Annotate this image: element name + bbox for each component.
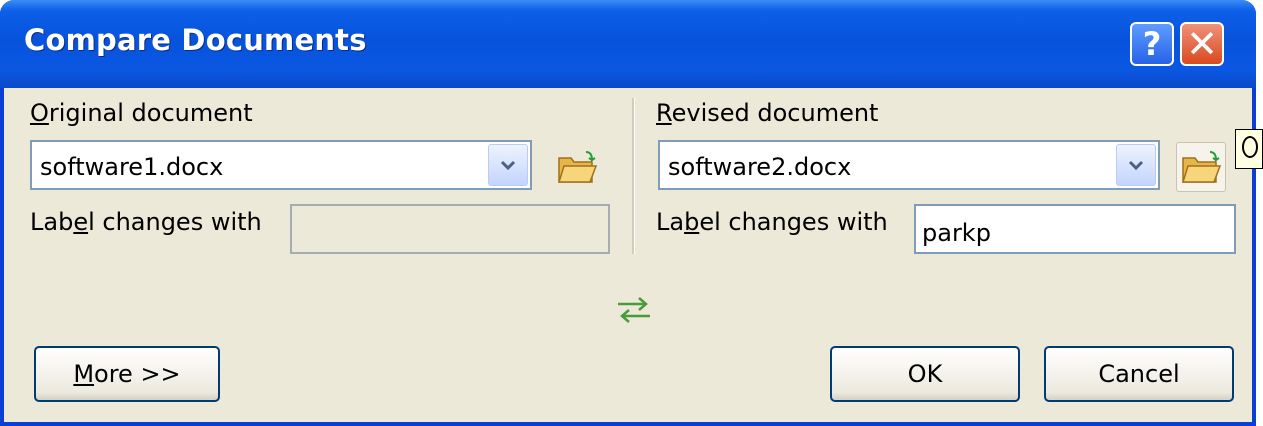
ok-button[interactable]: OK	[830, 346, 1020, 402]
title-bar[interactable]: Compare Documents ? ✕	[0, 0, 1256, 88]
open-folder-icon	[1181, 151, 1222, 183]
revised-document-value: software2.docx	[668, 153, 852, 181]
revised-browse-button[interactable]	[1176, 142, 1226, 192]
swap-documents-button[interactable]	[614, 290, 654, 330]
revised-label-value: parkp	[922, 219, 991, 247]
original-document-value: software1.docx	[40, 153, 224, 181]
original-document-label: Original document	[30, 99, 253, 127]
revised-document-label: Revised document	[656, 99, 879, 127]
close-button[interactable]: ✕	[1180, 22, 1224, 66]
revised-label-changes-label: Label changes with	[656, 208, 888, 236]
revised-document-combo[interactable]: software2.docx	[658, 140, 1160, 190]
compare-documents-dialog: Compare Documents ? ✕ Original document …	[0, 0, 1256, 426]
close-icon: ✕	[1186, 22, 1218, 66]
original-label-changes-label: Label changes with	[30, 208, 262, 236]
help-icon: ?	[1142, 25, 1162, 63]
cancel-button[interactable]: Cancel	[1044, 346, 1234, 402]
original-document-combo[interactable]: software1.docx	[30, 140, 532, 190]
chevron-down-icon[interactable]	[1116, 144, 1156, 186]
section-divider	[632, 98, 635, 254]
dialog-title: Compare Documents	[24, 23, 367, 57]
original-label-changes-input[interactable]	[290, 204, 610, 254]
chevron-down-icon[interactable]	[488, 144, 528, 186]
help-button[interactable]: ?	[1130, 22, 1174, 66]
swap-arrows-icon	[618, 297, 650, 323]
original-browse-button[interactable]	[552, 142, 602, 192]
revised-label-changes-input[interactable]: parkp	[914, 204, 1236, 254]
tooltip-fragment	[1235, 129, 1263, 169]
more-button[interactable]: More >>	[34, 346, 220, 402]
open-folder-icon	[557, 151, 598, 183]
